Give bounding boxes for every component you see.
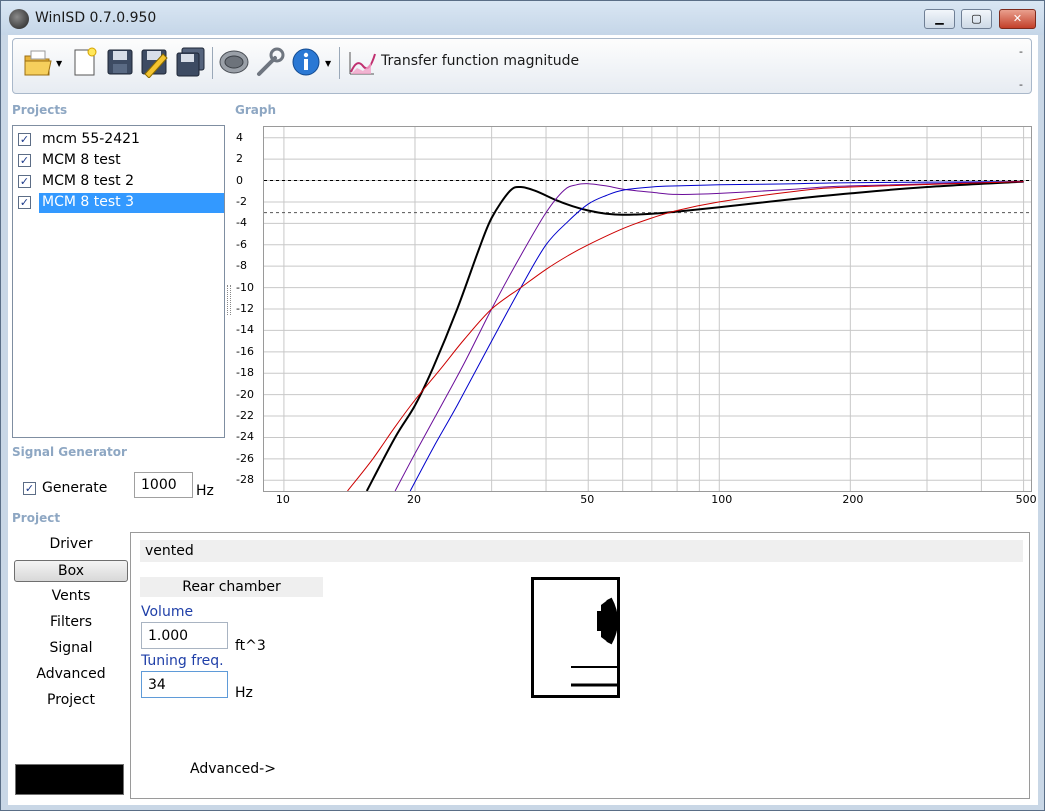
signal-generator-header: Signal Generator xyxy=(12,445,127,459)
y-tick-label: -2 xyxy=(236,194,247,208)
save-as-icon[interactable] xyxy=(139,46,169,78)
graph-section-header: Graph xyxy=(235,103,276,117)
maximize-button[interactable]: ▢ xyxy=(961,9,992,29)
y-tick-label: 4 xyxy=(236,130,243,144)
app-speaker-icon xyxy=(9,9,29,29)
project-checkbox[interactable]: ✓ xyxy=(18,175,31,188)
y-tick-label: -24 xyxy=(236,430,254,444)
save-icon[interactable] xyxy=(105,46,135,78)
toolbar-separator xyxy=(339,47,340,79)
tuning-freq-unit: Hz xyxy=(235,685,253,701)
series-line-3 xyxy=(347,181,1024,492)
tuning-freq-input[interactable] xyxy=(141,671,228,698)
project-nav-filters[interactable]: Filters xyxy=(14,612,128,634)
volume-input[interactable] xyxy=(141,622,228,649)
projects-list[interactable]: ✓ mcm 55-2421 ✓ MCM 8 test ✓ MCM 8 test 2 ✓ MCM… xyxy=(12,125,225,438)
info-dropdown-arrow-icon[interactable]: ▼ xyxy=(325,59,331,68)
minimize-button[interactable]: ▁ xyxy=(924,9,955,29)
transfer-function-button[interactable]: Transfer function magnitude xyxy=(381,53,579,69)
generate-checkbox[interactable]: ✓ xyxy=(23,482,36,495)
y-tick-label: -26 xyxy=(236,451,254,465)
box-panel: vented Rear chamber Volume ft^3 Tuning f… xyxy=(130,532,1030,799)
y-tick-label: -16 xyxy=(236,344,254,358)
volume-unit: ft^3 xyxy=(235,638,266,654)
y-tick-label: -12 xyxy=(236,302,254,315)
project-row[interactable]: ✓ MCM 8 test 3 xyxy=(13,192,224,213)
transfer-function-chart xyxy=(264,127,1031,492)
x-tick-label: 500 xyxy=(1015,493,1037,506)
y-tick-label: 0 xyxy=(236,173,243,187)
toolbar-separator xyxy=(212,47,213,79)
toolbar-right-dash: - xyxy=(1019,78,1023,91)
project-name[interactable]: MCM 8 test 2 xyxy=(39,172,138,192)
app-window: WinISD 0.7.0.950 ▁ ▢ ✕ ▼ ▼ Transfer func… xyxy=(0,0,1045,811)
splitter-handle[interactable] xyxy=(227,285,231,315)
project-row[interactable]: ✓ MCM 8 test xyxy=(13,150,224,170)
project-checkbox[interactable]: ✓ xyxy=(18,154,31,167)
project-name[interactable]: mcm 55-2421 xyxy=(39,130,144,150)
x-tick-label: 200 xyxy=(842,493,864,506)
title-bar[interactable]: WinISD 0.7.0.950 ▁ ▢ ✕ xyxy=(1,1,1044,35)
y-tick-label: -20 xyxy=(236,387,254,401)
save-all-icon[interactable] xyxy=(175,46,205,78)
graph-area[interactable] xyxy=(263,126,1032,492)
project-checkbox[interactable]: ✓ xyxy=(18,196,31,209)
x-tick-label: 50 xyxy=(580,493,595,506)
project-nav-driver[interactable]: Driver xyxy=(14,534,128,556)
main-toolbar: ▼ ▼ Transfer function magnitude - - xyxy=(12,38,1032,94)
window-title: WinISD 0.7.0.950 xyxy=(35,10,157,26)
y-tick-label: -6 xyxy=(236,237,247,251)
projects-section-header: Projects xyxy=(12,103,68,117)
new-project-icon[interactable] xyxy=(69,46,99,78)
toolbar-right-dash: - xyxy=(1019,45,1023,58)
transfer-function-icon[interactable] xyxy=(347,46,377,78)
project-nav-project[interactable]: Project xyxy=(14,690,128,712)
project-name[interactable]: MCM 8 test xyxy=(39,151,125,171)
open-folder-icon[interactable] xyxy=(23,46,53,78)
project-nav-vents[interactable]: Vents xyxy=(14,586,128,608)
x-tick-label: 20 xyxy=(406,493,421,506)
box-diagram xyxy=(531,577,620,698)
y-tick-label: 2 xyxy=(236,152,243,166)
project-color-swatch[interactable] xyxy=(15,764,124,795)
project-section-header: Project xyxy=(12,511,61,525)
open-dropdown-arrow-icon[interactable]: ▼ xyxy=(56,59,62,68)
project-checkbox[interactable]: ✓ xyxy=(18,133,31,146)
project-nav-advanced[interactable]: Advanced xyxy=(14,664,128,686)
y-tick-label: -18 xyxy=(236,366,254,380)
driver-icon[interactable] xyxy=(219,46,249,78)
volume-label: Volume xyxy=(141,604,194,620)
project-nav-signal[interactable]: Signal xyxy=(14,638,128,660)
client-area: ▼ ▼ Transfer function magnitude - - Proj… xyxy=(8,35,1038,805)
y-tick-label: -8 xyxy=(236,259,247,273)
rear-chamber-header: Rear chamber xyxy=(140,577,323,597)
tuning-freq-label: Tuning freq. xyxy=(141,653,224,669)
x-tick-label: 10 xyxy=(275,493,290,506)
info-icon[interactable] xyxy=(291,46,321,78)
project-row[interactable]: ✓ MCM 8 test 2 xyxy=(13,171,224,191)
tools-icon[interactable] xyxy=(255,46,285,78)
x-tick-label: 100 xyxy=(711,493,733,506)
y-tick-label: -14 xyxy=(236,323,254,337)
box-type-selector[interactable]: vented xyxy=(140,540,1023,562)
series-line-1 xyxy=(394,181,1024,492)
y-tick-label: -28 xyxy=(236,473,254,487)
y-tick-label: -4 xyxy=(236,216,247,230)
series-line-0 xyxy=(365,180,1024,492)
advanced-link[interactable]: Advanced-> xyxy=(190,761,276,777)
generate-label: Generate xyxy=(42,480,108,496)
project-nav-box[interactable]: Box xyxy=(14,560,128,582)
project-name[interactable]: MCM 8 test 3 xyxy=(39,193,224,213)
signal-frequency-input[interactable] xyxy=(134,472,193,498)
y-tick-label: -10 xyxy=(236,280,254,294)
y-tick-label: -22 xyxy=(236,409,254,423)
close-button[interactable]: ✕ xyxy=(999,9,1036,29)
project-row[interactable]: ✓ mcm 55-2421 xyxy=(13,129,224,149)
series-line-2 xyxy=(409,181,1024,492)
signal-frequency-unit: Hz xyxy=(196,483,214,499)
